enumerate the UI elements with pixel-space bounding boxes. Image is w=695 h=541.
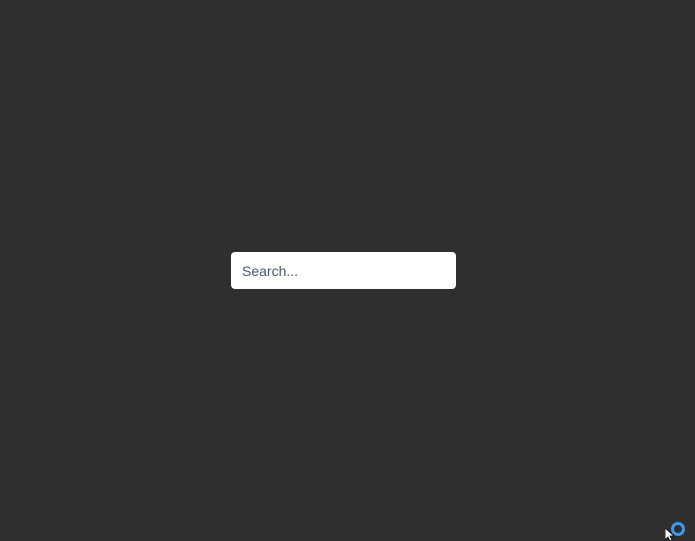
page: { "search": { "placeholder": "Search..."… <box>0 0 695 541</box>
search-container <box>231 252 456 289</box>
loading-ring-icon <box>671 522 685 536</box>
search-input[interactable] <box>231 252 456 289</box>
